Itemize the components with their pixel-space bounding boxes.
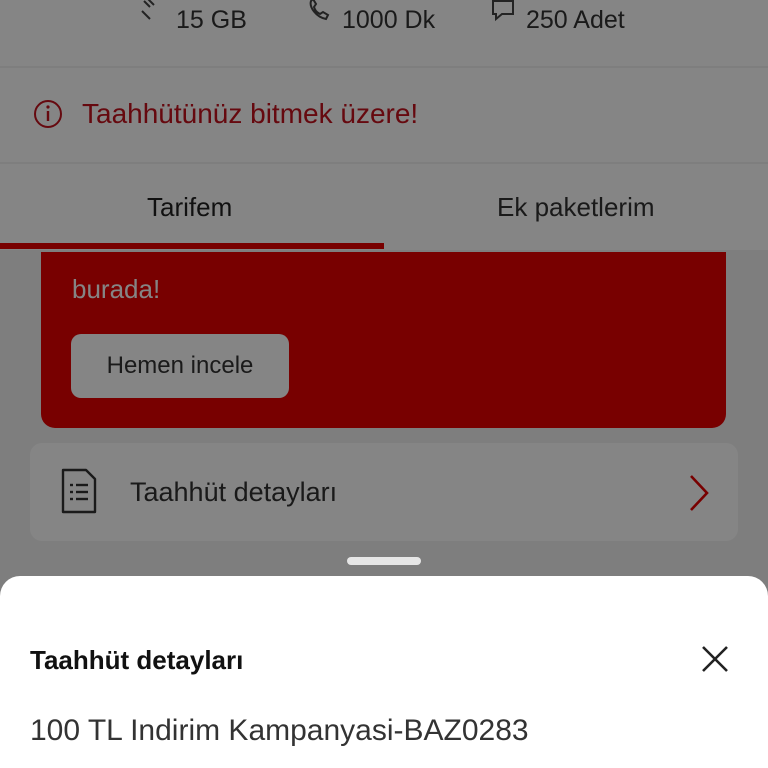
commitment-details-sheet: Taahhüt detayları 100 TL Indirim Kampany… [0,576,768,768]
sheet-title: Taahhüt detayları [30,645,244,675]
sheet-drag-handle[interactable] [347,557,421,565]
close-icon [702,646,728,672]
campaign-name: 100 TL Indirim Kampanyasi-BAZ0283 [30,714,529,747]
close-button[interactable] [695,639,735,679]
